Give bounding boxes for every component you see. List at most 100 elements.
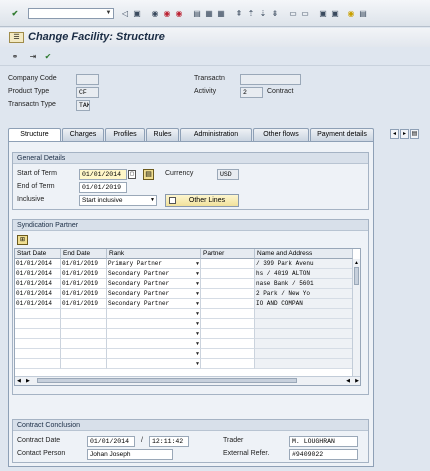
cell-partner[interactable] [201, 359, 255, 369]
chevron-down-icon[interactable]: ▼ [196, 349, 199, 358]
last-page-icon[interactable]: ⇟ [270, 8, 280, 19]
other-lines-button[interactable]: Other Lines [165, 194, 239, 207]
back-icon[interactable]: ◉ [150, 8, 160, 19]
first-page-icon[interactable]: ⇞ [234, 8, 244, 19]
tab-other-flows[interactable]: Other flows [253, 128, 309, 141]
save-icon[interactable]: ▣ [132, 8, 142, 19]
scroll-left-icon[interactable]: ◀ [346, 377, 350, 385]
cell-partner[interactable] [201, 289, 255, 299]
product-type-field[interactable]: CF [76, 87, 99, 98]
previous-icon[interactable]: ◁ [120, 8, 130, 19]
column-header-partner[interactable]: Partner [201, 249, 255, 259]
help-icon[interactable]: ◉ [346, 8, 356, 19]
chevron-down-icon[interactable]: ▼ [196, 299, 199, 308]
cell-partner[interactable] [201, 329, 255, 339]
scroll-right-icon[interactable]: ▶ [26, 377, 30, 385]
find-next-icon[interactable]: ▦ [216, 8, 226, 19]
currency-field[interactable]: USD [217, 169, 239, 180]
scroll-thumb[interactable] [354, 267, 359, 285]
print-icon[interactable]: ▤ [192, 8, 202, 19]
contract-date-field[interactable]: 01/01/2014 [87, 436, 135, 447]
chevron-down-icon[interactable]: ▼ [196, 269, 199, 278]
next-page-icon[interactable]: ⇣ [258, 8, 268, 19]
export-icon[interactable]: ⇥ [27, 51, 39, 62]
check-icon[interactable]: ✔ [10, 8, 20, 19]
customize-icon[interactable]: ▣ [330, 8, 340, 19]
date-picker-icon[interactable]: ▤ [143, 169, 154, 180]
company-code-field[interactable] [76, 74, 99, 85]
cell-partner[interactable] [201, 259, 255, 269]
tab-scroll-left-icon[interactable]: ◂ [390, 129, 399, 139]
find-icon[interactable]: ▦ [204, 8, 214, 19]
chevron-down-icon[interactable]: ▼ [196, 339, 199, 348]
cell-rank[interactable]: ▼ [107, 329, 201, 339]
chevron-down-icon[interactable]: ▼ [104, 9, 113, 18]
tab-scroll-right-icon[interactable]: ▸ [400, 129, 409, 139]
tab-rules[interactable]: Rules [146, 128, 179, 141]
chevron-down-icon[interactable]: ▼ [150, 196, 155, 205]
cell-partner[interactable] [201, 349, 255, 359]
cell-rank[interactable]: ▼ [107, 319, 201, 329]
cell-rank[interactable]: Secondary Partner ▼ [107, 269, 201, 279]
scroll-thumb[interactable] [37, 378, 297, 383]
column-header-name-and-address[interactable]: Name and Address [255, 249, 353, 259]
transactn-type-field[interactable]: TAK [76, 100, 90, 111]
transactn-field[interactable] [240, 74, 301, 85]
cell-rank[interactable]: Secondary Partner ▼ [107, 289, 201, 299]
cell-rank[interactable]: ▼ [107, 309, 201, 319]
inclusive-select[interactable]: Start inclusive ▼ [79, 195, 157, 206]
scroll-right-icon[interactable]: ▶ [355, 377, 359, 385]
external-ref-field[interactable]: #9409022 [289, 449, 358, 460]
exit-icon[interactable]: ◉ [162, 8, 172, 19]
cell-partner[interactable] [201, 299, 255, 309]
contract-time-field[interactable]: 12:11:42 [149, 436, 189, 447]
scroll-left-icon[interactable]: ◀ [17, 377, 21, 385]
cell-partner[interactable] [201, 269, 255, 279]
cell-rank[interactable]: ▼ [107, 339, 201, 349]
cell-partner[interactable] [201, 309, 255, 319]
chevron-down-icon[interactable]: ▼ [196, 279, 199, 288]
cell-partner[interactable] [201, 319, 255, 329]
horizontal-scrollbar[interactable]: ◀ ▶ ◀ ▶ [15, 376, 360, 385]
chevron-down-icon[interactable]: ▼ [196, 329, 199, 338]
column-header-start-date[interactable]: Start Date [15, 249, 61, 259]
new-session-icon[interactable]: ▭ [288, 8, 298, 19]
contact-person-field[interactable]: Johan Joseph [87, 449, 173, 460]
previous-page-icon[interactable]: ⇡ [246, 8, 256, 19]
chevron-down-icon[interactable]: ▼ [196, 319, 199, 328]
scroll-up-icon[interactable]: ▲ [353, 259, 360, 267]
column-header-rank[interactable]: Rank [107, 249, 201, 259]
tab-administration[interactable]: Administration [180, 128, 252, 141]
chevron-down-icon[interactable]: ▼ [196, 359, 199, 368]
cell-rank[interactable]: ▼ [107, 359, 201, 369]
activity-field[interactable]: 2 [240, 87, 263, 98]
shortcut-icon[interactable]: ▭ [300, 8, 310, 19]
start-of-term-field[interactable]: 01/01/2014 [79, 169, 127, 180]
chevron-down-icon[interactable]: ▼ [196, 309, 199, 318]
menu-icon[interactable]: ☰ [9, 32, 24, 43]
check-icon[interactable]: ✔ [42, 51, 54, 62]
chevron-down-icon[interactable]: ▼ [196, 289, 199, 298]
cell-rank[interactable]: Secondary Partner ▼ [107, 279, 201, 289]
local-layout-icon[interactable]: ▤ [358, 8, 368, 19]
calendar-icon[interactable]: ▢ [128, 170, 136, 179]
end-of-term-field[interactable]: 01/01/2019 [79, 182, 127, 193]
chevron-down-icon[interactable]: ▼ [196, 259, 199, 268]
insert-row-icon[interactable]: ⊞ [17, 235, 28, 245]
cell-rank[interactable]: ▼ [107, 349, 201, 359]
vertical-scrollbar[interactable]: ▲ [352, 259, 360, 376]
cell-rank[interactable]: Secondary Partner ▼ [107, 299, 201, 309]
trader-field[interactable]: M. LOUGHRAN [289, 436, 358, 447]
tab-payment-details[interactable]: Payment details [310, 128, 374, 141]
command-field[interactable]: ▼ [28, 8, 114, 19]
glasses-icon[interactable]: ⚭ [9, 51, 21, 62]
cell-partner[interactable] [201, 279, 255, 289]
cancel-icon[interactable]: ◉ [174, 8, 184, 19]
tab-list-icon[interactable]: ▤ [410, 129, 419, 139]
cell-partner[interactable] [201, 339, 255, 349]
cell-rank[interactable]: Primary Partner ▼ [107, 259, 201, 269]
tab-profiles[interactable]: Profiles [105, 128, 145, 141]
tab-charges[interactable]: Charges [62, 128, 104, 141]
layout-icon[interactable]: ▣ [318, 8, 328, 19]
column-header-end-date[interactable]: End Date [61, 249, 107, 259]
